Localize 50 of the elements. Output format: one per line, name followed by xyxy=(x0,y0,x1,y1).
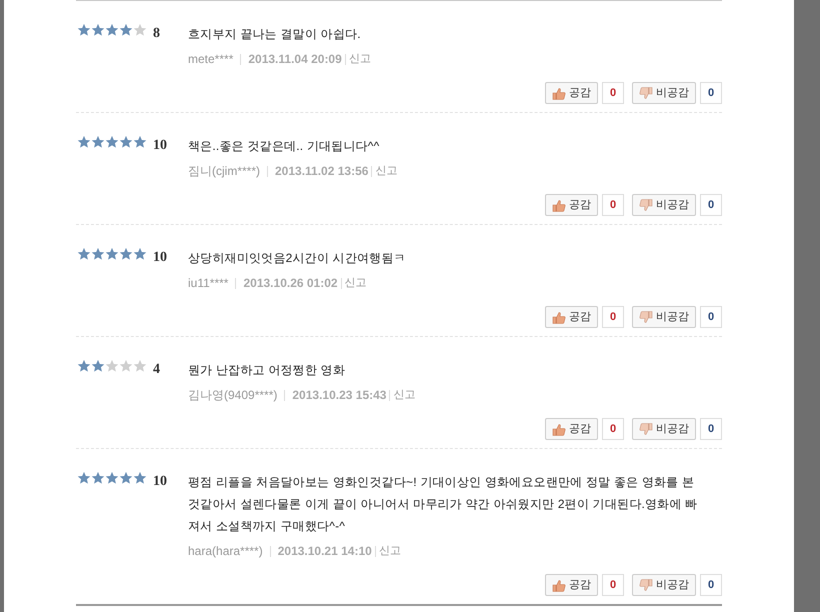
review-date: 2013.11.02 13:56 xyxy=(275,163,368,180)
dislike-count: 0 xyxy=(700,82,722,104)
rating-score: 10 xyxy=(153,249,167,267)
rating-score: 4 xyxy=(153,361,160,379)
review-date: 2013.10.23 15:43 xyxy=(292,387,386,404)
dislike-count: 0 xyxy=(700,574,722,596)
like-button[interactable]: 공감 xyxy=(545,418,598,440)
thumbs-up-icon xyxy=(552,86,566,100)
review-text: 평점 리플을 처음달아보는 영화인것같다~! 기대이상인 영화에요오랜만에 정말 좋은 영화를 본것같아서 설렌다물론 이게 끝이 아니어서 마무리가 약간 아쉬웠지만 2편이 기대된다.영화에 빠져서 소설책까지 구매했다^-^ xyxy=(188,474,698,535)
author-name: mete**** xyxy=(188,51,234,68)
like-count: 0 xyxy=(602,306,624,328)
like-button[interactable]: 공감 xyxy=(545,194,598,216)
like-count: 0 xyxy=(602,82,624,104)
review-date: 2013.10.21 14:10 xyxy=(278,543,372,560)
rating-score: 10 xyxy=(153,137,167,155)
thumbs-up-icon xyxy=(552,198,566,212)
dislike-button[interactable]: 비공감 xyxy=(632,574,696,596)
rating-score: 8 xyxy=(153,25,160,43)
thumbs-down-icon xyxy=(639,578,653,592)
review-date: 2013.10.26 01:02 xyxy=(243,275,338,292)
author-name: 짐니(cjim****) xyxy=(188,163,260,180)
dislike-button[interactable]: 비공감 xyxy=(632,82,696,104)
author-name: 김나영(9409****) xyxy=(188,387,278,404)
thumbs-down-icon xyxy=(639,422,653,436)
dislike-count: 0 xyxy=(700,306,722,328)
thumbs-down-icon xyxy=(639,310,653,324)
dislike-count: 0 xyxy=(700,418,722,440)
like-count: 0 xyxy=(602,194,624,216)
like-button[interactable]: 공감 xyxy=(545,574,598,596)
review-text: 뭔가 난잡하고 어정쩡한 영화 xyxy=(188,362,346,379)
author-name: iu11**** xyxy=(188,275,228,292)
like-button[interactable]: 공감 xyxy=(545,306,598,328)
like-count: 0 xyxy=(602,418,624,440)
thumbs-up-icon xyxy=(552,310,566,324)
author-name: hara(hara****) xyxy=(188,543,263,560)
review-date: 2013.11.04 20:09 xyxy=(248,51,342,68)
thumbs-up-icon xyxy=(552,422,566,436)
dislike-button[interactable]: 비공감 xyxy=(632,418,696,440)
thumbs-up-icon xyxy=(552,578,566,592)
thumbs-down-icon xyxy=(639,86,653,100)
like-button[interactable]: 공감 xyxy=(545,82,598,104)
review-text: 상당히재미잇엇음2시간이 시간여행됨ㅋ xyxy=(188,250,407,267)
dislike-button[interactable]: 비공감 xyxy=(632,306,696,328)
dislike-button[interactable]: 비공감 xyxy=(632,194,696,216)
like-count: 0 xyxy=(602,574,624,596)
review-text: 흐지부지 끝나는 결말이 아쉽다. xyxy=(188,26,362,43)
dislike-count: 0 xyxy=(700,194,722,216)
review-text: 책은..좋은 것같은데.. 기대됩니다^^ xyxy=(188,138,380,155)
rating-score: 10 xyxy=(153,473,167,491)
thumbs-down-icon xyxy=(639,198,653,212)
